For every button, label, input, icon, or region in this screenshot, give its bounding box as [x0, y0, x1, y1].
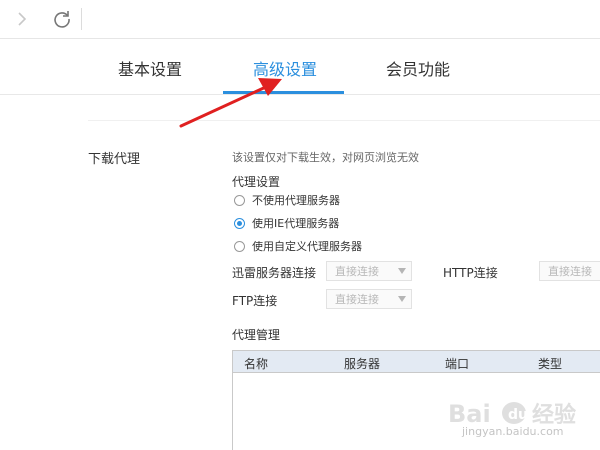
svg-text:du: du — [508, 407, 528, 423]
radio-no-proxy-label: 不使用代理服务器 — [252, 194, 340, 207]
column-header-name[interactable]: 名称 — [244, 355, 268, 372]
toolbar-separator — [81, 8, 82, 30]
tab-bar-divider — [0, 94, 600, 95]
radio-custom-proxy[interactable]: 使用自定义代理服务器 — [234, 238, 362, 254]
xunlei-connection-select[interactable]: 直接连接 — [326, 261, 412, 281]
proxy-management-title: 代理管理 — [232, 328, 281, 342]
watermark-url: jingyan.baidu.com — [462, 425, 564, 438]
top-toolbar — [0, 0, 600, 39]
proxy-settings-title: 代理设置 — [232, 175, 281, 189]
ftp-connection-select[interactable]: 直接连接 — [326, 289, 412, 309]
ftp-connection-label: FTP连接 — [232, 294, 278, 308]
xunlei-connection-value: 直接连接 — [335, 265, 379, 278]
tab-basic-settings[interactable]: 基本设置 — [118, 56, 182, 80]
http-connection-label: HTTP连接 — [443, 266, 498, 280]
tab-vip-features[interactable]: 会员功能 — [386, 56, 450, 80]
dropdown-caret-icon — [398, 268, 406, 274]
column-header-port[interactable]: 端口 — [445, 355, 469, 372]
xunlei-server-connection-label: 迅雷服务器连接 — [232, 266, 317, 280]
svg-text:Bai: Bai — [448, 400, 491, 428]
radio-icon[interactable] — [234, 240, 245, 252]
table-header: 名称 服务器 端口 类型 — [233, 351, 600, 373]
proxy-hint-text: 该设置仅对下载生效，对网页浏览无效 — [232, 151, 419, 164]
http-connection-select[interactable]: 直接连接 — [539, 261, 600, 281]
radio-icon[interactable] — [234, 217, 245, 229]
refresh-icon[interactable] — [52, 9, 72, 29]
dropdown-caret-icon — [398, 296, 406, 302]
section-label-download-proxy: 下载代理 — [88, 152, 141, 167]
radio-no-proxy[interactable]: 不使用代理服务器 — [234, 192, 340, 208]
content-divider — [88, 120, 600, 121]
tab-advanced-settings[interactable]: 高级设置 — [253, 56, 317, 80]
radio-ie-proxy-label: 使用IE代理服务器 — [252, 217, 340, 230]
column-header-type[interactable]: 类型 — [538, 355, 562, 372]
radio-ie-proxy[interactable]: 使用IE代理服务器 — [234, 215, 339, 231]
radio-custom-proxy-label: 使用自定义代理服务器 — [252, 240, 362, 253]
column-header-server[interactable]: 服务器 — [344, 355, 380, 372]
radio-icon[interactable] — [234, 194, 245, 206]
forward-arrow-icon[interactable] — [14, 9, 30, 29]
ftp-connection-value: 直接连接 — [335, 293, 379, 306]
http-connection-value: 直接连接 — [548, 265, 592, 278]
